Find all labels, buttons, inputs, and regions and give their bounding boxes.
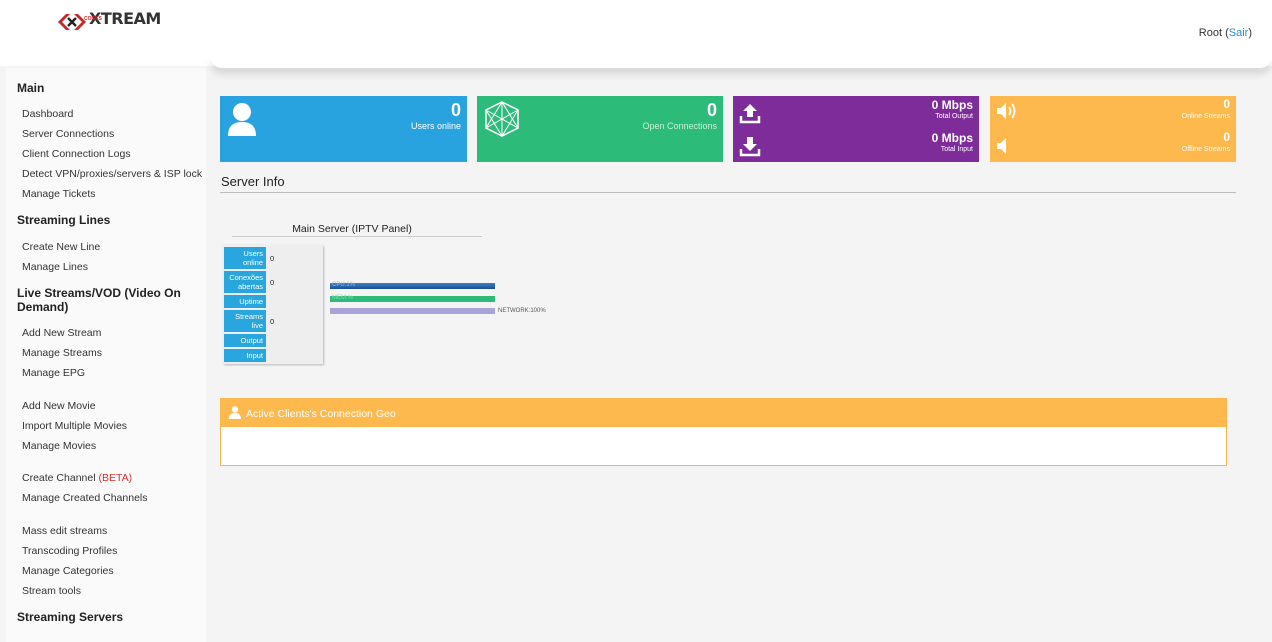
stat-key: Output xyxy=(224,334,266,347)
sidebar-item-manage-categories[interactable]: Manage Categories xyxy=(22,565,114,577)
paren: ) xyxy=(1248,27,1252,39)
connection-geo-title: Active Clients's Connection Geo xyxy=(246,408,396,420)
sidebar-item-manage-movies[interactable]: Manage Movies xyxy=(22,440,96,452)
sidebar-heading-main: Main xyxy=(17,81,45,95)
sidebar-item-create-new-line[interactable]: Create New Line xyxy=(22,241,100,253)
stat-row-uptime: Uptime xyxy=(224,295,322,308)
connection-geo-panel: Active Clients's Connection Geo xyxy=(220,398,1227,466)
sidebar-item-mass-edit-streams[interactable]: Mass edit streams xyxy=(22,525,107,537)
section-divider xyxy=(220,192,1236,193)
sidebar-item-add-new-stream[interactable]: Add New Stream xyxy=(22,327,101,339)
sidebar-heading-streaming-servers: Streaming Servers xyxy=(17,610,124,624)
offline-streams-label: Offline Streams xyxy=(1181,146,1230,153)
server-name: Main Server (IPTV Panel) xyxy=(292,223,412,235)
sidebar-item-transcoding-profiles[interactable]: Transcoding Profiles xyxy=(22,545,117,557)
connection-geo-header[interactable]: Active Clients's Connection Geo xyxy=(221,399,1226,427)
user-icon xyxy=(229,406,241,419)
sidebar-item-add-new-movie[interactable]: Add New Movie xyxy=(22,400,96,412)
cpu-bar-label: CPU:1% xyxy=(332,282,356,288)
logo-subtext: CODES xyxy=(84,16,102,22)
logo-mark-icon xyxy=(58,14,86,30)
sidebar-item-stream-tools[interactable]: Stream tools xyxy=(22,585,81,597)
online-streams-label: Online Streams xyxy=(1181,113,1230,120)
sidebar-item-manage-tickets[interactable]: Manage Tickets xyxy=(22,188,96,200)
memory-bar-label: MEM:% xyxy=(332,295,353,301)
logo[interactable]: XTREAM xyxy=(56,10,161,34)
stat-value: 0 xyxy=(270,254,275,263)
username: Root xyxy=(1198,27,1223,39)
stat-row-users-online: Users online 0 xyxy=(224,247,322,269)
sidebar-item-import-multiple-movies[interactable]: Import Multiple Movies xyxy=(22,420,127,432)
sidebar: Main Dashboard Server Connections Client… xyxy=(6,68,206,642)
stat-row-output: Output xyxy=(224,334,322,347)
users-online-card[interactable]: 0 Users online xyxy=(220,96,467,162)
create-channel-label: Create Channel xyxy=(22,472,96,484)
stat-key: Input xyxy=(224,349,266,362)
sidebar-heading-live-streams-2: Demand) xyxy=(17,300,69,314)
total-output-label: Total Output xyxy=(935,113,973,120)
user-icon xyxy=(228,103,256,136)
upload-icon xyxy=(739,104,761,124)
users-online-label: Users online xyxy=(410,121,461,131)
logout-link[interactable]: Sair xyxy=(1229,27,1249,39)
stat-key: Streams live xyxy=(224,310,266,332)
beta-badge: (BETA) xyxy=(98,472,133,484)
offline-streams-value: 0 xyxy=(1223,130,1230,144)
sidebar-item-client-connection-logs[interactable]: Client Connection Logs xyxy=(22,148,131,160)
network-bar-label: NETWORK:100% xyxy=(498,308,546,314)
stat-key: Uptime xyxy=(224,295,266,308)
open-connections-value: 0 xyxy=(706,100,717,120)
network-bar: NETWORK:100% xyxy=(330,308,546,314)
sidebar-item-server-connections[interactable]: Server Connections xyxy=(22,128,114,140)
sidebar-item-create-channel[interactable]: Create Channel (BETA) xyxy=(22,472,132,484)
users-online-value: 0 xyxy=(450,100,461,120)
sidebar-heading-streaming-lines: Streaming Lines xyxy=(17,213,111,227)
stat-value: 0 xyxy=(270,317,275,326)
server-info-title: Server Info xyxy=(221,174,285,189)
stat-key: Conexões abertas xyxy=(224,271,266,293)
download-icon xyxy=(739,137,761,157)
total-input-label: Total Input xyxy=(940,146,973,153)
total-output-value: 0 Mbps xyxy=(931,98,973,112)
server-stats-table: Users online 0 Conexões abertas 0 Uptime… xyxy=(223,245,323,364)
stat-row-streams-live: Streams live 0 xyxy=(224,310,322,332)
stat-row-input: Input xyxy=(224,349,322,362)
sidebar-item-detect-vpn[interactable]: Detect VPN/proxies/servers & ISP lock xyxy=(22,168,202,180)
stat-value: 0 xyxy=(270,278,275,287)
cpu-bar: CPU:1% xyxy=(330,282,495,289)
sidebar-item-manage-lines[interactable]: Manage Lines xyxy=(22,261,88,273)
sidebar-item-manage-streams[interactable]: Manage Streams xyxy=(22,347,102,359)
network-hex-icon xyxy=(485,101,519,137)
stat-row-conexoes-abertas: Conexões abertas 0 xyxy=(224,271,322,293)
stat-key: Users online xyxy=(224,247,266,269)
header-shadow xyxy=(210,56,1272,68)
open-connections-card[interactable]: 0 Open Connections xyxy=(477,96,723,162)
volume-up-icon xyxy=(997,103,1016,119)
server-name-divider xyxy=(232,236,482,237)
sidebar-item-manage-epg[interactable]: Manage EPG xyxy=(22,367,85,379)
memory-bar: MEM:% xyxy=(330,295,495,302)
bandwidth-card[interactable]: 0 Mbps Total Output 0 Mbps Total Input xyxy=(733,96,979,162)
open-connections-label: Open Connections xyxy=(642,121,717,131)
sidebar-item-manage-created-channels[interactable]: Manage Created Channels xyxy=(22,492,148,504)
total-input-value: 0 Mbps xyxy=(931,131,973,145)
user-box: Root (Sair) xyxy=(1199,27,1252,39)
streams-card[interactable]: 0 Online Streams 0 Offline Streams xyxy=(990,96,1236,162)
volume-off-icon xyxy=(997,138,1006,154)
online-streams-value: 0 xyxy=(1223,97,1230,111)
sidebar-item-dashboard[interactable]: Dashboard xyxy=(22,108,73,120)
sidebar-heading-live-streams: Live Streams/VOD (Video On xyxy=(17,286,181,300)
